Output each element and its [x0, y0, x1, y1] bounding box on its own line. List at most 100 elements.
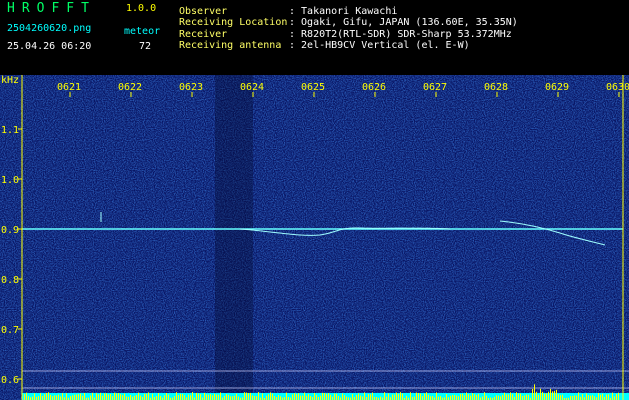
- signal-bar: [414, 396, 415, 400]
- signal-bar: [28, 396, 29, 400]
- signal-bar: [82, 395, 83, 400]
- signal-bar: [574, 395, 575, 400]
- signal-bar: [104, 393, 105, 400]
- signal-bar: [468, 394, 469, 400]
- signal-bar: [208, 394, 209, 400]
- signal-bar: [498, 395, 499, 400]
- time-tick-label: 0621: [57, 82, 81, 93]
- freq-tick-label: 1.1: [1, 125, 19, 136]
- signal-bar: [84, 392, 85, 400]
- signal-bar: [540, 388, 541, 400]
- signal-bar: [42, 395, 43, 400]
- signal-bar: [440, 396, 441, 400]
- signal-bar: [534, 384, 535, 400]
- signal-bar: [292, 394, 293, 400]
- signal-bar: [424, 393, 425, 400]
- time-tick-label: 0627: [423, 82, 447, 93]
- signal-bar: [438, 396, 439, 400]
- signal-bar: [358, 393, 359, 400]
- header-panel: HROFFT 1.0.0 2504260620.png 25.04.26 06:…: [0, 0, 629, 75]
- signal-bar: [234, 395, 235, 400]
- receiver-value: : R820T2(RTL-SDR) SDR-Sharp 53.372MHz: [289, 29, 512, 40]
- signal-bar: [392, 394, 393, 400]
- signal-bar: [474, 394, 475, 400]
- darker-band: [215, 75, 253, 400]
- signal-bar: [114, 392, 115, 400]
- time-tick-label: 0629: [545, 82, 569, 93]
- signal-bar: [274, 395, 275, 400]
- signal-bar: [368, 394, 369, 400]
- signal-bar: [590, 395, 591, 400]
- signal-bar: [562, 394, 563, 400]
- signal-bar: [394, 394, 395, 400]
- signal-bar: [270, 392, 271, 400]
- signal-bar: [60, 396, 61, 400]
- signal-bar: [300, 395, 301, 400]
- signal-bar: [52, 396, 53, 400]
- signal-bar: [364, 392, 365, 400]
- signal-bar: [106, 393, 107, 400]
- signal-bar: [522, 395, 523, 400]
- signal-bar: [372, 392, 373, 400]
- observer-value: : Takanori Kawachi: [289, 6, 398, 17]
- signal-bar: [118, 393, 119, 400]
- signal-bar: [266, 395, 267, 400]
- signal-bar: [296, 393, 297, 400]
- signal-bar: [398, 393, 399, 400]
- signal-bar: [496, 395, 497, 400]
- signal-bar: [34, 393, 35, 400]
- signal-bar: [226, 394, 227, 400]
- signal-bar: [228, 394, 229, 400]
- signal-bar: [462, 393, 463, 400]
- signal-bar: [362, 396, 363, 400]
- signal-bar: [396, 392, 397, 400]
- signal-bar: [268, 394, 269, 400]
- signal-bar: [528, 394, 529, 400]
- signal-bar: [510, 392, 511, 400]
- signal-bar: [452, 394, 453, 400]
- signal-bar: [450, 395, 451, 400]
- signal-bar: [244, 392, 245, 400]
- signal-bar: [56, 395, 57, 400]
- signal-bar: [258, 392, 259, 400]
- signal-bar: [92, 392, 93, 400]
- signal-bar: [516, 392, 517, 400]
- signal-bar: [388, 393, 389, 400]
- signal-bar: [174, 396, 175, 400]
- signal-bar: [326, 393, 327, 400]
- signal-bar: [306, 395, 307, 400]
- signal-bar: [96, 393, 97, 400]
- signal-bar: [432, 396, 433, 400]
- signal-bar: [90, 395, 91, 400]
- signal-bar: [598, 393, 599, 400]
- signal-bar: [544, 393, 545, 400]
- signal-bar: [342, 393, 343, 400]
- unit-label: kHz: [1, 75, 19, 86]
- signal-bar: [586, 393, 587, 400]
- signal-bar: [152, 393, 153, 400]
- time-tick-label: 0622: [118, 82, 142, 93]
- signal-bar: [166, 392, 167, 400]
- signal-bar: [464, 395, 465, 400]
- signal-bar: [560, 395, 561, 400]
- signal-bar: [518, 393, 519, 400]
- signal-bar: [32, 396, 33, 400]
- signal-bar: [188, 394, 189, 400]
- signal-bar: [428, 394, 429, 400]
- signal-bar: [76, 394, 77, 400]
- signal-bar: [138, 392, 139, 400]
- signal-bar: [316, 394, 317, 400]
- signal-bar: [158, 393, 159, 400]
- signal-bar: [80, 393, 81, 400]
- signal-bar: [356, 394, 357, 400]
- signal-bar: [572, 395, 573, 400]
- signal-bar: [346, 396, 347, 400]
- signal-bar: [336, 393, 337, 400]
- signal-bar: [54, 395, 55, 400]
- signal-bar: [616, 393, 617, 400]
- signal-bar: [110, 393, 111, 400]
- signal-bar: [302, 395, 303, 400]
- signal-bar: [262, 393, 263, 400]
- signal-bar: [252, 395, 253, 400]
- signal-bar: [548, 391, 549, 400]
